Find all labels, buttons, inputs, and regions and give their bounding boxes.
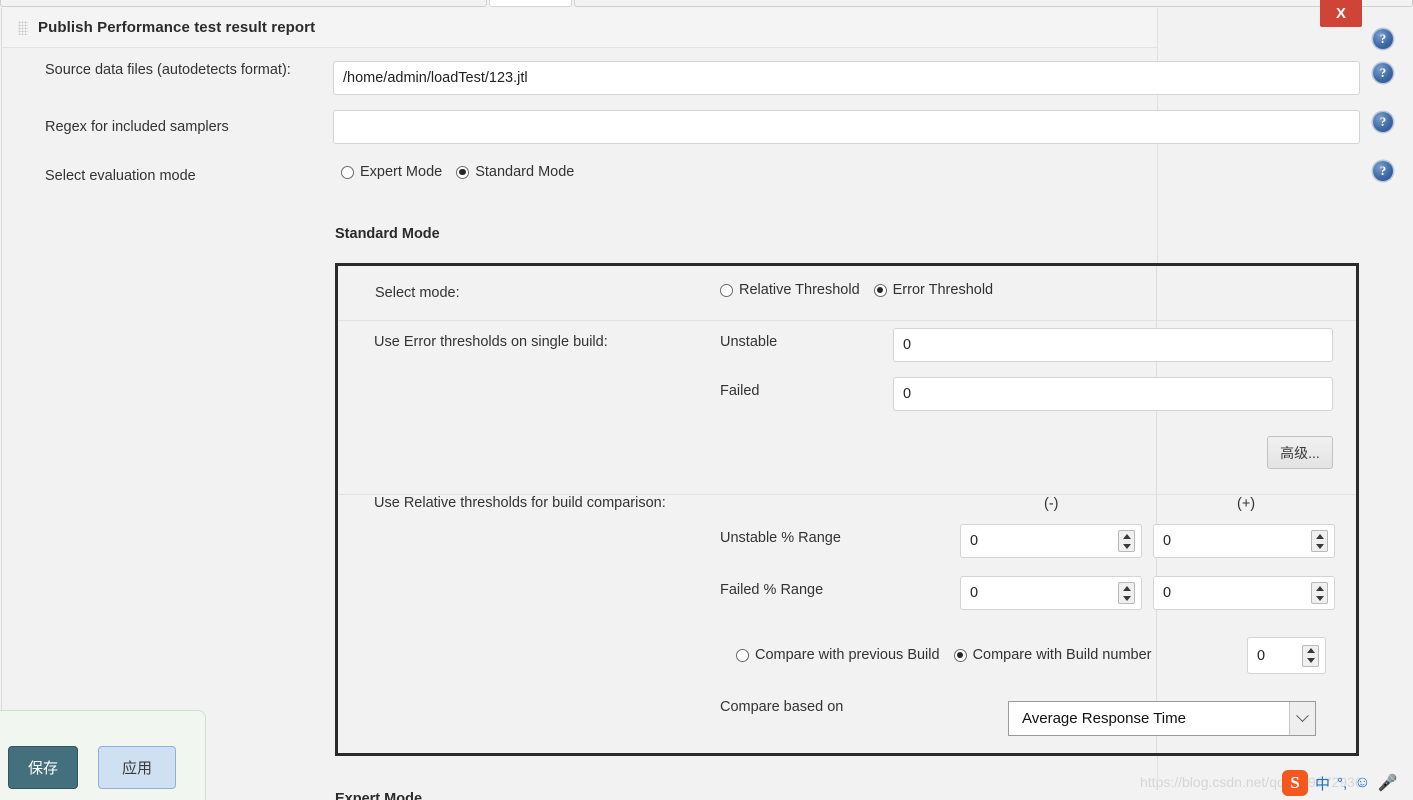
label-regex-samplers: Regex for included samplers [45, 119, 229, 135]
standard-mode-box: Select mode: Relative Threshold Error Th… [335, 263, 1359, 756]
radio-compare-build-number[interactable] [953, 648, 967, 662]
failed-range-plus-spinner[interactable]: 0 [1153, 576, 1335, 610]
label-failed: Failed [720, 383, 760, 399]
radio-relative-threshold[interactable] [720, 283, 733, 297]
spinner-buttons[interactable] [1118, 582, 1135, 604]
form-action-bar: 保存 应用 [0, 710, 206, 800]
radio-expert-mode[interactable] [341, 165, 354, 179]
spinner-up-icon[interactable] [1119, 531, 1134, 541]
spinner-buttons[interactable] [1311, 582, 1328, 604]
compare-based-on-value: Average Response Time [1022, 710, 1186, 727]
label-evaluation-mode: Select evaluation mode [45, 168, 196, 184]
build-number-spinner[interactable]: 0 [1247, 637, 1326, 674]
ime-emoji-icon[interactable]: ☺ [1354, 774, 1370, 792]
label-relative-thresholds: Use Relative thresholds for build compar… [374, 495, 666, 511]
spinner-buttons[interactable] [1311, 530, 1328, 552]
close-button[interactable]: X [1320, 0, 1362, 27]
radio-label-compare-build-number[interactable]: Compare with Build number [973, 647, 1152, 663]
label-error-thresholds: Use Error thresholds on single build: [374, 334, 608, 350]
expert-mode-heading: Expert Mode [335, 791, 423, 800]
standard-mode-heading: Standard Mode [335, 226, 440, 242]
ime-language-icon[interactable]: 中 [1315, 773, 1330, 794]
spinner-down-icon[interactable] [1312, 541, 1327, 551]
radio-standard-mode[interactable] [456, 165, 470, 179]
label-source-data-files: Source data files (autodetects format): [45, 62, 291, 78]
unstable-range-minus-value: 0 [970, 533, 979, 549]
save-button[interactable]: 保存 [8, 746, 78, 789]
chevron-down-icon[interactable] [1289, 702, 1315, 735]
spinner-buttons[interactable] [1118, 530, 1135, 552]
source-data-files-input[interactable] [333, 61, 1360, 95]
spinner-up-icon[interactable] [1119, 583, 1134, 593]
failed-range-minus-spinner[interactable]: 0 [960, 576, 1142, 610]
sogou-logo-icon[interactable]: S [1282, 770, 1308, 796]
spinner-down-icon[interactable] [1119, 541, 1134, 551]
radio-label-standard-mode[interactable]: Standard Mode [475, 164, 574, 180]
select-mode-radio-group: Relative Threshold Error Threshold [720, 282, 1007, 298]
apply-button[interactable]: 应用 [98, 746, 176, 789]
label-compare-based-on: Compare based on [720, 699, 844, 715]
radio-label-expert-mode[interactable]: Expert Mode [360, 164, 442, 180]
tab-strip [0, 0, 1413, 8]
regex-samplers-input[interactable] [333, 110, 1360, 144]
column-header-minus: (-) [1044, 496, 1059, 512]
radio-label-relative-threshold[interactable]: Relative Threshold [739, 282, 860, 298]
radio-label-error-threshold[interactable]: Error Threshold [893, 282, 993, 298]
compare-with-radio-group: Compare with previous Build Compare with… [736, 647, 1165, 663]
column-header-plus: (+) [1237, 496, 1256, 512]
page-title: Publish Performance test result report [38, 19, 316, 36]
label-unstable: Unstable [720, 334, 778, 350]
spinner-up-icon[interactable] [1303, 646, 1318, 656]
help-icon-eval-mode[interactable]: ? [1373, 161, 1393, 181]
label-failed-percent-range: Failed % Range [720, 582, 824, 598]
radio-compare-previous-build[interactable] [736, 648, 749, 662]
label-select-mode: Select mode: [375, 285, 460, 301]
panel-titlebar: Publish Performance test result report [2, 8, 1157, 48]
advanced-button[interactable]: 高级... [1267, 436, 1333, 469]
ime-punctuation-icon[interactable]: °, [1337, 775, 1347, 792]
unstable-range-plus-value: 0 [1163, 533, 1172, 549]
failed-range-plus-value: 0 [1163, 585, 1172, 601]
ime-microphone-icon[interactable]: 🎤 [1378, 773, 1398, 793]
compare-based-on-select[interactable]: Average Response Time [1008, 701, 1316, 736]
unstable-range-plus-spinner[interactable]: 0 [1153, 524, 1335, 558]
spinner-down-icon[interactable] [1303, 656, 1318, 666]
tab-strip-segment-1[interactable] [0, 0, 487, 7]
tab-strip-segment-3[interactable] [574, 0, 1413, 7]
spinner-up-icon[interactable] [1312, 583, 1327, 593]
spinner-down-icon[interactable] [1312, 593, 1327, 603]
help-icon-samplers[interactable]: ? [1373, 112, 1393, 132]
spinner-up-icon[interactable] [1312, 531, 1327, 541]
evaluation-mode-radio-group: Expert Mode Standard Mode [341, 164, 588, 180]
unstable-threshold-input[interactable] [893, 328, 1333, 362]
help-icon-source-data[interactable]: ? [1373, 29, 1393, 49]
app-root: Publish Performance test result report X… [0, 0, 1413, 800]
unstable-range-minus-spinner[interactable]: 0 [960, 524, 1142, 558]
drag-handle-icon[interactable] [18, 20, 28, 35]
spinner-down-icon[interactable] [1119, 593, 1134, 603]
failed-range-minus-value: 0 [970, 585, 979, 601]
failed-threshold-input[interactable] [893, 377, 1333, 411]
config-panel: Publish Performance test result report X… [1, 0, 1413, 800]
radio-error-threshold[interactable] [873, 283, 887, 297]
row-separator-1 [338, 320, 1356, 321]
label-unstable-percent-range: Unstable % Range [720, 530, 841, 546]
radio-label-compare-previous-build[interactable]: Compare with previous Build [755, 647, 940, 663]
ime-toolbar: S 中 °, ☺ 🎤 [1282, 770, 1397, 796]
help-icon-regex[interactable]: ? [1373, 63, 1393, 83]
tab-strip-segment-2[interactable] [489, 0, 572, 7]
spinner-buttons[interactable] [1302, 644, 1319, 667]
build-number-value: 0 [1257, 647, 1266, 664]
